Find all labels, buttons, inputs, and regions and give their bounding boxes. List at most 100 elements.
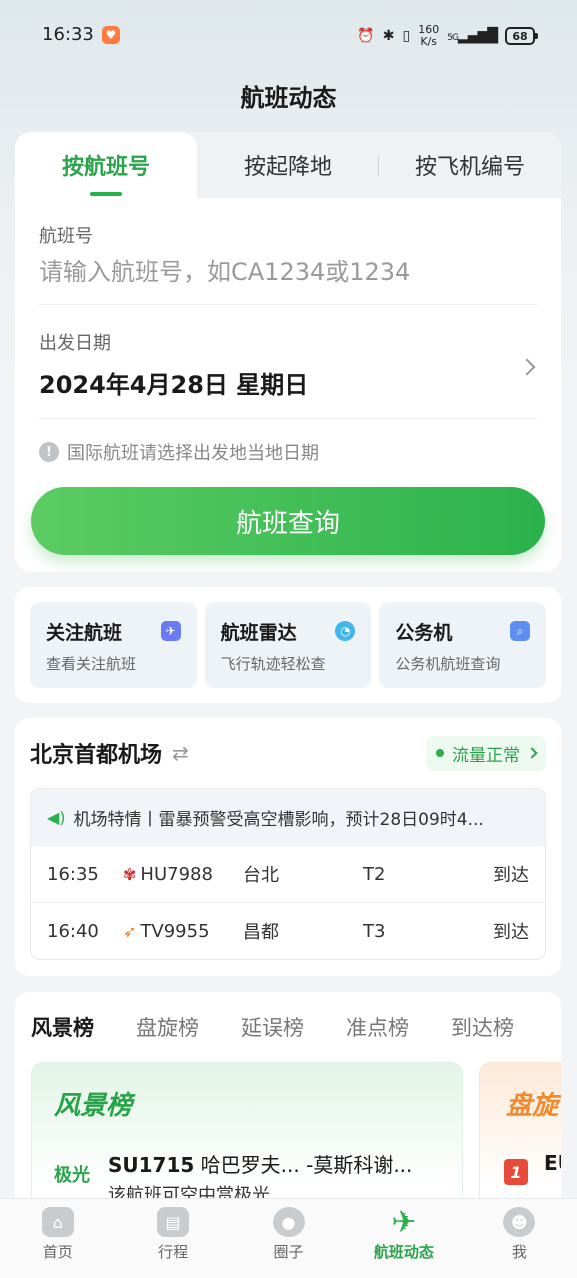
ranking-flight-code: SU1715 (108, 1153, 195, 1177)
suitcase-icon: ▤ (157, 1207, 190, 1237)
notice-text: 国际航班请选择出发地当地日期 (67, 443, 319, 464)
intl-date-notice: ! 国际航班请选择出发地当地日期 (39, 419, 537, 465)
tab-ontime-ranking[interactable]: 准点榜 (346, 1012, 409, 1052)
chevron-right-icon (526, 747, 538, 759)
swap-icon[interactable]: ⇄ (172, 741, 189, 765)
nav-flight-status[interactable]: ✈ 航班动态 (346, 1199, 461, 1278)
flight-time: 16:40 (47, 920, 99, 942)
departure-date-field[interactable]: 出发日期 2024年4月28日 星期日 (39, 305, 537, 419)
flight-city: 台北 (243, 865, 279, 886)
ranking-tabs: 风景榜 盘旋榜 延误榜 准点榜 到达榜 (15, 992, 561, 1066)
scenery-ranking-panel[interactable]: 风景榜 极光 SU1715 哈巴罗夫... -莫斯科谢... 该航班可空中赏极光 (31, 1062, 463, 1212)
shortcut-flight-radar[interactable]: 航班雷达 飞行轨迹轻松查 ◔ (204, 602, 372, 688)
tab-arrival-ranking[interactable]: 到达榜 (451, 1012, 514, 1052)
flow-status-badge[interactable]: 流量正常 (426, 735, 546, 771)
panel-title: 风景榜 (54, 1091, 133, 1121)
battery-level: 68 (512, 29, 528, 43)
shortcut-subtitle: 查看关注航班 (46, 655, 137, 673)
flight-number-input[interactable] (39, 258, 537, 286)
airport-alert[interactable]: ◀) 机场特情丨雷暴预警受高空槽影响，预计28日09时4... (31, 789, 545, 845)
nav-label: 圈子 (273, 1243, 304, 1261)
alarm-icon: ⏰ (357, 28, 375, 44)
airport-header: 北京首都机场 ⇄ 流量正常 (30, 718, 546, 788)
flight-row[interactable]: 16:35 ✾ HU7988 台北 T2 到达 (31, 845, 545, 902)
planet-icon: ● (272, 1207, 305, 1237)
bluetooth-icon: ✱ (382, 28, 395, 44)
nav-label: 首页 (42, 1243, 73, 1261)
alert-text: 机场特情丨雷暴预警受高空槽影响，预计28日09时4... (73, 809, 484, 830)
ranking-flight-code: EU (544, 1151, 561, 1175)
net-speed: 160 K/s (418, 24, 439, 48)
status-time: 16:33 (42, 24, 94, 45)
airplane-icon: ✈ (391, 1204, 417, 1240)
tab-by-aircraft-number[interactable]: 按飞机编号 (379, 132, 561, 198)
user-icon: ☻ (503, 1207, 536, 1237)
nav-home[interactable]: ⌂ 首页 (0, 1199, 115, 1278)
flight-terminal: T3 (363, 920, 386, 942)
tab-label: 按起降地 (243, 155, 332, 180)
airline-hainan-icon: ✾ (123, 864, 137, 884)
airport-name-text: 北京首都机场 (30, 743, 163, 768)
signal-type: 5G (447, 33, 459, 43)
speaker-icon: ◀) (47, 807, 66, 827)
app-notification-icon: ♥ (101, 25, 120, 44)
battery-icon: 68 (505, 27, 538, 45)
flight-status: 到达 (493, 922, 529, 943)
status-bar: 16:33 ♥ ⏰ ✱ ▯ 160 K/s 5G▂▄▆█ 68 (0, 0, 577, 72)
airport-name[interactable]: 北京首都机场 ⇄ (30, 737, 189, 769)
net-speed-unit: K/s (420, 35, 438, 48)
business-jet-icon: ⌕ (510, 621, 531, 641)
flight-time: 16:35 (47, 863, 99, 885)
shortcut-business-jet[interactable]: 公务机 公务机航班查询 ⌕ (379, 602, 547, 688)
search-form: 航班号 出发日期 2024年4月28日 星期日 ! 国际航班请选择出发地当地日期 (15, 198, 561, 465)
flow-status-text: 流量正常 (452, 745, 520, 766)
ranking-route: 哈巴罗夫... -莫斯科谢... (200, 1153, 413, 1177)
tab-holding-ranking[interactable]: 盘旋榜 (136, 1012, 199, 1052)
home-icon: ⌂ (41, 1207, 74, 1237)
plane-ticket-icon: ✈ (160, 621, 181, 641)
shortcut-followed-flights[interactable]: 关注航班 查看关注航班 ✈ (30, 602, 197, 688)
vibrate-icon: ▯ (402, 28, 411, 44)
airport-card: 北京首都机场 ⇄ 流量正常 ◀) 机场特情丨雷暴预警受高空槽影响，预计28日09… (15, 718, 561, 976)
flight-city: 昌都 (243, 922, 279, 943)
nav-me[interactable]: ☻ 我 (462, 1199, 577, 1278)
airport-flight-list: ◀) 机场特情丨雷暴预警受高空槽影响，预计28日09时4... 16:35 ✾ H… (30, 788, 546, 960)
flight-status: 到达 (493, 865, 529, 886)
flight-number-label: 航班号 (39, 226, 93, 247)
info-icon: ! (39, 442, 59, 462)
tab-scenery-ranking[interactable]: 风景榜 (31, 1012, 94, 1066)
nav-trips[interactable]: ▤ 行程 (115, 1199, 230, 1278)
tab-label: 按航班号 (61, 155, 150, 180)
flight-terminal: T2 (363, 863, 386, 885)
rankings-card: 风景榜 盘旋榜 延误榜 准点榜 到达榜 风景榜 极光 SU1715 哈巴罗夫..… (15, 992, 561, 1212)
bottom-nav: ⌂ 首页 ▤ 行程 ● 圈子 ✈ 航班动态 ☻ 我 (0, 1198, 577, 1278)
departure-date-value: 2024年4月28日 星期日 (39, 371, 309, 399)
rank-number-badge: 1 (504, 1159, 528, 1185)
flight-code: HU7988 (140, 863, 213, 885)
flight-code: TV9955 (140, 920, 210, 942)
tab-by-route[interactable]: 按起降地 (197, 132, 379, 198)
tab-delay-ranking[interactable]: 延误榜 (241, 1012, 304, 1052)
flight-search-card: 按航班号 按起降地 按飞机编号 航班号 出发日期 2024年4月28日 星期日 … (15, 132, 561, 572)
nav-label: 我 (511, 1243, 527, 1261)
tab-by-flight-number[interactable]: 按航班号 (15, 132, 197, 198)
flight-query-button[interactable]: 航班查询 (31, 487, 545, 555)
nav-label: 行程 (158, 1243, 189, 1261)
shortcut-row: 关注航班 查看关注航班 ✈ 航班雷达 飞行轨迹轻松查 ◔ 公务机 公务机航班查询… (15, 587, 561, 703)
ranking-item-title: SU1715 哈巴罗夫... -莫斯科谢... (108, 1149, 412, 1178)
shortcut-subtitle: 公务机航班查询 (395, 655, 501, 673)
holding-ranking-panel[interactable]: 盘旋 1 EU (479, 1062, 561, 1212)
departure-date-label: 出发日期 (39, 333, 111, 354)
airline-tibet-icon: ➶ (123, 921, 137, 941)
shortcut-subtitle: 飞行轨迹轻松查 (220, 655, 326, 673)
tab-label: 按飞机编号 (414, 155, 525, 180)
aurora-badge: 极光 (54, 1165, 90, 1186)
flight-row[interactable]: 16:40 ➶ TV9955 昌都 T3 到达 (31, 902, 545, 959)
flight-number: ➶ TV9955 (123, 921, 243, 942)
flight-number: ✾ HU7988 (123, 864, 243, 885)
nav-community[interactable]: ● 圈子 (231, 1199, 346, 1278)
signal-icon: 5G▂▄▆█ (447, 28, 498, 44)
search-tabs: 按航班号 按起降地 按飞机编号 (15, 132, 561, 198)
status-right: ⏰ ✱ ▯ 160 K/s 5G▂▄▆█ 68 (357, 24, 538, 48)
panel-title: 盘旋 (506, 1091, 559, 1121)
